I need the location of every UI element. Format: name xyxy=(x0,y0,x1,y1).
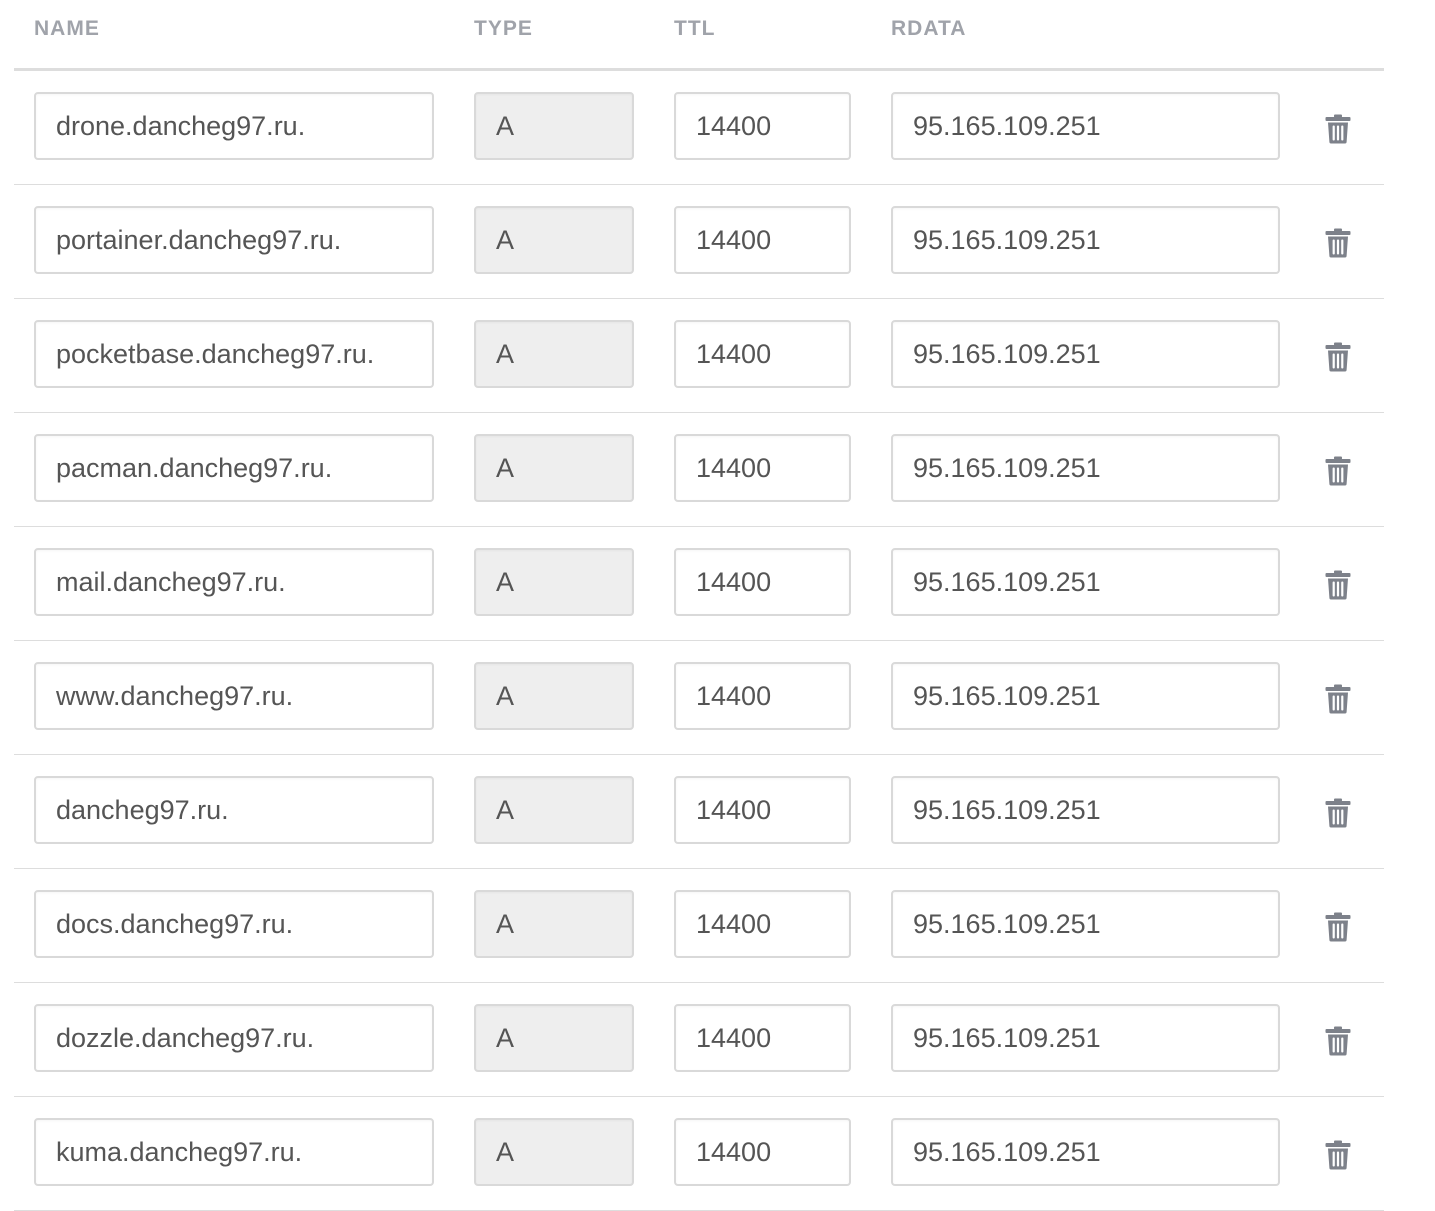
delete-record-button[interactable] xyxy=(1318,1021,1358,1061)
record-rdata-input[interactable]: 95.165.109.251 xyxy=(891,92,1280,160)
table-row: kuma.dancheg97.ru. A 14400 95.165.109.25… xyxy=(14,1097,1384,1211)
table-row: dozzle.dancheg97.ru. A 14400 95.165.109.… xyxy=(14,983,1384,1097)
table-body: drone.dancheg97.ru. A 14400 95.165.109.2… xyxy=(14,71,1384,1211)
trash-icon xyxy=(1325,798,1351,828)
record-name-input[interactable]: dancheg97.ru. xyxy=(34,776,434,844)
table-row: www.dancheg97.ru. A 14400 95.165.109.251 xyxy=(14,641,1384,755)
delete-record-button[interactable] xyxy=(1318,907,1358,947)
record-name-input[interactable]: drone.dancheg97.ru. xyxy=(34,92,434,160)
column-header-type: TYPE xyxy=(474,17,533,40)
record-type-field: A xyxy=(474,548,634,616)
record-name-input[interactable]: dozzle.dancheg97.ru. xyxy=(34,1004,434,1072)
record-type-field: A xyxy=(474,434,634,502)
delete-record-button[interactable] xyxy=(1318,1135,1358,1175)
table-row: mail.dancheg97.ru. A 14400 95.165.109.25… xyxy=(14,527,1384,641)
record-type-field: A xyxy=(474,776,634,844)
record-rdata-input[interactable]: 95.165.109.251 xyxy=(891,1004,1280,1072)
record-name-input[interactable]: docs.dancheg97.ru. xyxy=(34,890,434,958)
record-type-field: A xyxy=(474,92,634,160)
column-header-rdata: RDATA xyxy=(891,17,967,40)
record-rdata-input[interactable]: 95.165.109.251 xyxy=(891,434,1280,502)
record-type-field: A xyxy=(474,206,634,274)
delete-record-button[interactable] xyxy=(1318,223,1358,263)
trash-icon xyxy=(1325,228,1351,258)
column-header-name: NAME xyxy=(34,17,100,40)
delete-record-button[interactable] xyxy=(1318,793,1358,833)
trash-icon xyxy=(1325,456,1351,486)
trash-icon xyxy=(1325,1026,1351,1056)
record-ttl-input[interactable]: 14400 xyxy=(674,320,851,388)
record-rdata-input[interactable]: 95.165.109.251 xyxy=(891,206,1280,274)
trash-icon xyxy=(1325,684,1351,714)
trash-icon xyxy=(1325,570,1351,600)
table-row: pocketbase.dancheg97.ru. A 14400 95.165.… xyxy=(14,299,1384,413)
table-row: drone.dancheg97.ru. A 14400 95.165.109.2… xyxy=(14,71,1384,185)
record-name-input[interactable]: kuma.dancheg97.ru. xyxy=(34,1118,434,1186)
record-ttl-input[interactable]: 14400 xyxy=(674,434,851,502)
table-row: docs.dancheg97.ru. A 14400 95.165.109.25… xyxy=(14,869,1384,983)
trash-icon xyxy=(1325,1140,1351,1170)
record-ttl-input[interactable]: 14400 xyxy=(674,662,851,730)
record-type-field: A xyxy=(474,1004,634,1072)
delete-record-button[interactable] xyxy=(1318,109,1358,149)
delete-record-button[interactable] xyxy=(1318,565,1358,605)
record-name-input[interactable]: pocketbase.dancheg97.ru. xyxy=(34,320,434,388)
dns-records-table: NAME TYPE TTL RDATA drone.dancheg97.ru. … xyxy=(14,0,1384,1211)
record-rdata-input[interactable]: 95.165.109.251 xyxy=(891,548,1280,616)
column-header-ttl: TTL xyxy=(674,17,716,40)
record-type-field: A xyxy=(474,890,634,958)
record-rdata-input[interactable]: 95.165.109.251 xyxy=(891,662,1280,730)
record-name-input[interactable]: pacman.dancheg97.ru. xyxy=(34,434,434,502)
record-ttl-input[interactable]: 14400 xyxy=(674,776,851,844)
delete-record-button[interactable] xyxy=(1318,679,1358,719)
table-row: portainer.dancheg97.ru. A 14400 95.165.1… xyxy=(14,185,1384,299)
record-name-input[interactable]: www.dancheg97.ru. xyxy=(34,662,434,730)
record-ttl-input[interactable]: 14400 xyxy=(674,1118,851,1186)
record-ttl-input[interactable]: 14400 xyxy=(674,890,851,958)
record-type-field: A xyxy=(474,1118,634,1186)
record-rdata-input[interactable]: 95.165.109.251 xyxy=(891,890,1280,958)
record-rdata-input[interactable]: 95.165.109.251 xyxy=(891,1118,1280,1186)
record-rdata-input[interactable]: 95.165.109.251 xyxy=(891,320,1280,388)
record-name-input[interactable]: mail.dancheg97.ru. xyxy=(34,548,434,616)
delete-record-button[interactable] xyxy=(1318,451,1358,491)
table-row: pacman.dancheg97.ru. A 14400 95.165.109.… xyxy=(14,413,1384,527)
record-rdata-input[interactable]: 95.165.109.251 xyxy=(891,776,1280,844)
record-ttl-input[interactable]: 14400 xyxy=(674,92,851,160)
record-ttl-input[interactable]: 14400 xyxy=(674,548,851,616)
record-type-field: A xyxy=(474,662,634,730)
trash-icon xyxy=(1325,912,1351,942)
record-type-field: A xyxy=(474,320,634,388)
record-ttl-input[interactable]: 14400 xyxy=(674,1004,851,1072)
record-name-input[interactable]: portainer.dancheg97.ru. xyxy=(34,206,434,274)
delete-record-button[interactable] xyxy=(1318,337,1358,377)
trash-icon xyxy=(1325,342,1351,372)
record-ttl-input[interactable]: 14400 xyxy=(674,206,851,274)
table-row: dancheg97.ru. A 14400 95.165.109.251 xyxy=(14,755,1384,869)
trash-icon xyxy=(1325,114,1351,144)
table-header: NAME TYPE TTL RDATA xyxy=(14,0,1384,71)
